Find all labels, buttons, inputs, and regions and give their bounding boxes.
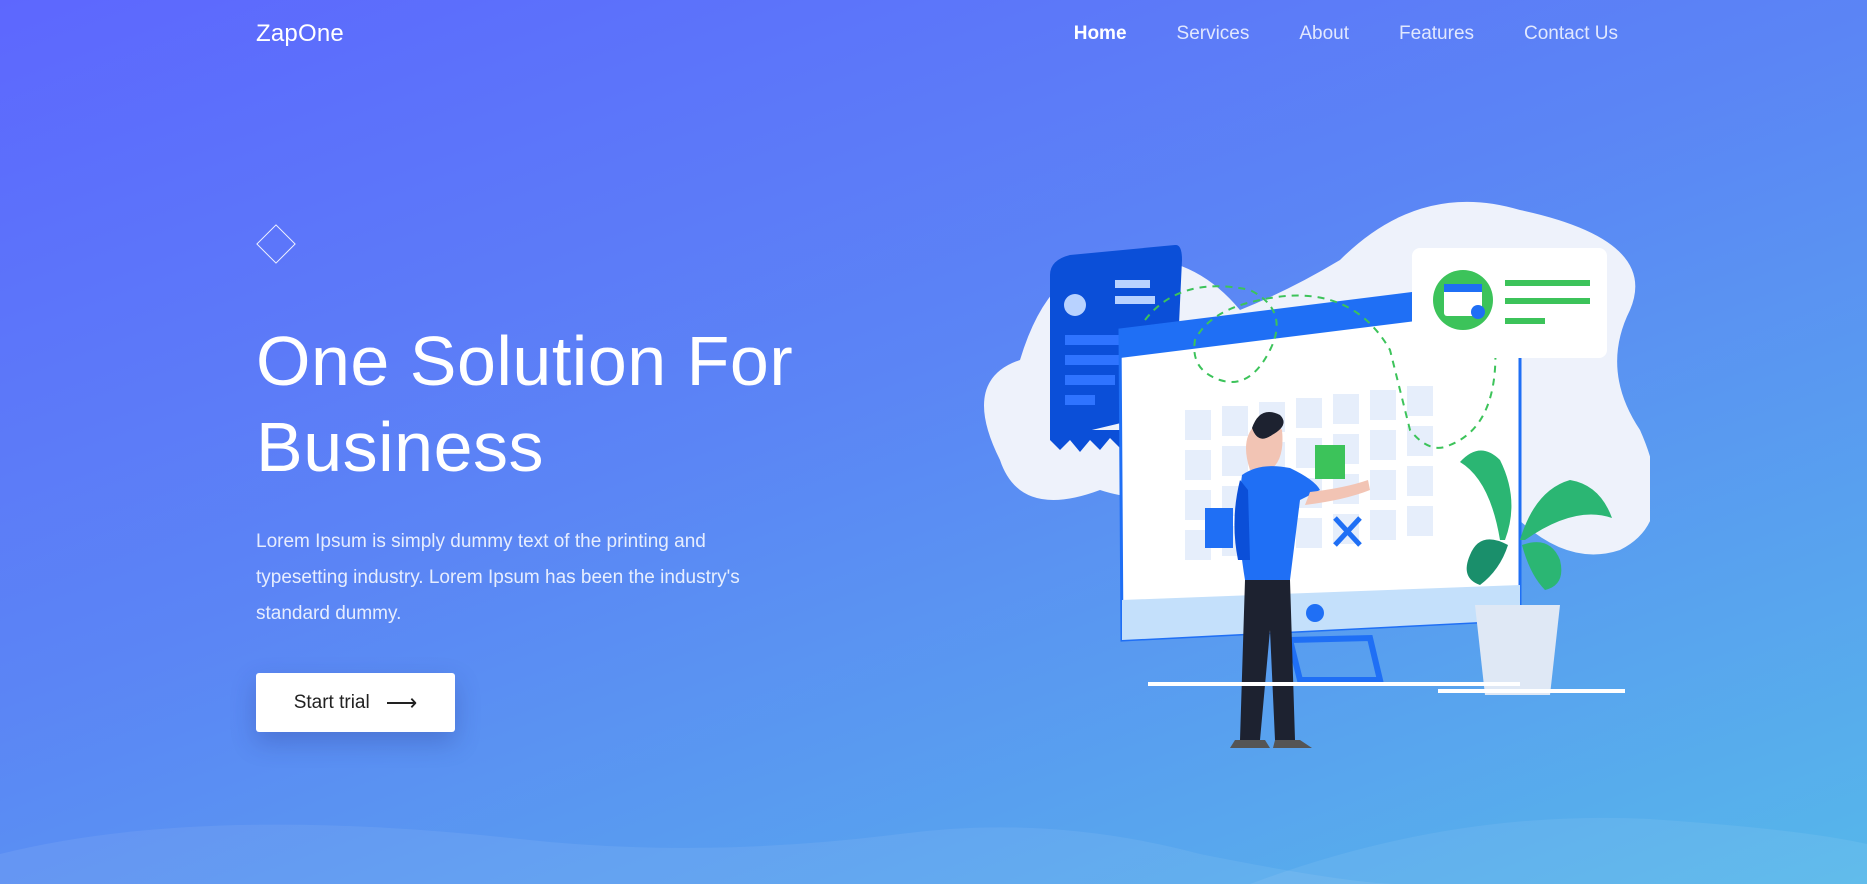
nav-link-features[interactable]: Features [1399, 23, 1474, 45]
hero-title-line2: Business [256, 408, 545, 486]
nav-link-about[interactable]: About [1299, 23, 1349, 45]
hero-title-line1: One Solution For [256, 322, 794, 400]
brand-logo[interactable]: ZapOne [256, 20, 344, 48]
main-nav: Home Services About Features Contact Us [1024, 23, 1618, 45]
start-trial-label: Start trial [293, 691, 370, 713]
hero-illustration [984, 201, 1650, 748]
start-trial-button[interactable]: Start trial ⟶ [256, 673, 455, 732]
nav-link-contact[interactable]: Contact Us [1524, 23, 1618, 45]
nav-link-home[interactable]: Home [1074, 23, 1127, 45]
calendar-card-graphic [1412, 248, 1607, 358]
nav-link-services[interactable]: Services [1177, 23, 1250, 45]
decorative-waves [0, 817, 1867, 884]
navbar: ZapOne Home Services About Features Cont… [256, 0, 1618, 68]
hero-title: One Solution For Business [256, 318, 876, 490]
hero-description: Lorem Ipsum is simply dummy text of the … [256, 531, 740, 624]
diamond-decoration [256, 224, 296, 264]
arrow-right-icon: ⟶ [385, 689, 418, 715]
